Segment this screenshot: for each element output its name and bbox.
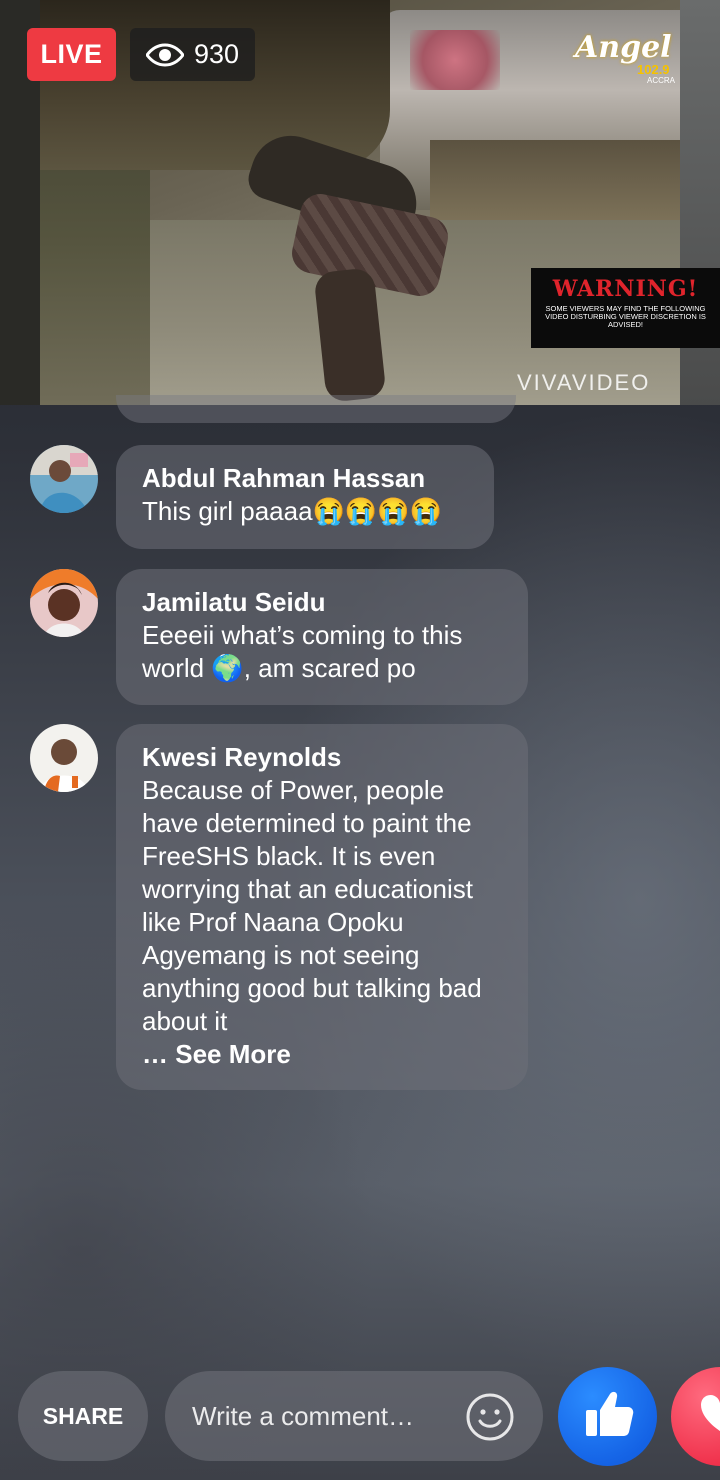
avatar[interactable] [30,569,98,637]
live-video-screen: LIVE 930 Angel 102.9 ACCRA WARNING! Some… [0,0,720,1480]
live-badge: LIVE [27,28,116,81]
video-scene-cloth [410,30,500,90]
previous-comment-bubble [116,395,516,423]
comment-text: Eeeeii what’s coming to this world 🌍, am… [142,620,463,683]
see-more-link[interactable]: … See More [142,1039,291,1069]
logo-city: ACCRA [647,76,676,85]
smiley-icon[interactable] [465,1392,515,1442]
warning-overlay: WARNING! Some viewers may find the follo… [531,268,720,348]
logo-frequency: 102.9 [637,62,670,77]
love-button[interactable] [671,1367,720,1466]
avatar[interactable] [30,724,98,792]
viewer-count-badge: 930 [130,28,255,81]
warning-text: Some viewers may find the following vide… [545,304,706,329]
viewer-count: 930 [193,39,240,69]
video-scene-chair [40,0,390,170]
comment-bubble[interactable]: Kwesi Reynolds Because of Power, people … [116,724,528,1090]
comment-text-body: Because of Power, people have determined… [142,775,482,1036]
love-heart-icon [671,1395,720,1466]
live-video-player[interactable]: LIVE 930 Angel 102.9 ACCRA WARNING! Some… [0,0,720,405]
station-logo: Angel 102.9 ACCRA [575,30,690,85]
avatar[interactable] [30,445,98,513]
logo-text: Angel [575,30,672,65]
comment-text: Because of Power, people have determined… [142,774,502,1071]
comment-bubble[interactable]: Jamilatu Seidu Eeeeii what’s coming to t… [116,569,528,705]
warning-title: WARNING! [552,276,699,302]
comment-author[interactable]: Jamilatu Seidu [142,585,502,619]
like-button[interactable] [558,1367,657,1466]
like-thumb-icon [580,1386,636,1447]
video-watermark: VIVAVIDEO [517,370,651,395]
comment-bubble[interactable]: Abdul Rahman Hassan This girl paaaa😭😭😭😭 [116,445,494,549]
comment-text: This girl paaaa😭😭😭😭 [142,496,443,526]
eye-icon [145,42,184,67]
comment-author[interactable]: Kwesi Reynolds [142,740,502,774]
comment-author[interactable]: Abdul Rahman Hassan [142,461,468,495]
share-button[interactable]: SHARE [18,1371,148,1461]
video-scene-bed-base [430,140,690,220]
